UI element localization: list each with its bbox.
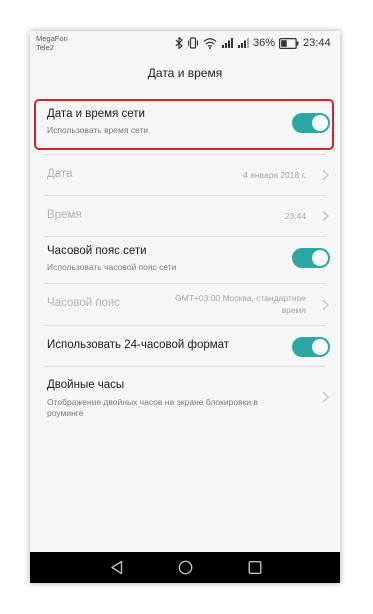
setting-dual-clock[interactable]: Двойные часы Отображение двойных часов н… xyxy=(30,367,340,425)
status-bar: MegaFon Tele2 36% 23:44 xyxy=(30,31,340,55)
status-time: 23:44 xyxy=(303,37,331,49)
setting-label: Дата xyxy=(47,168,73,180)
setting-label: Часовой пояс xyxy=(47,297,120,309)
setting-timezone[interactable]: Часовой пояс GMT+03:00 Москва, стандартн… xyxy=(30,284,340,325)
time-value: 23:44 xyxy=(284,211,306,221)
page-title: Дата и время xyxy=(147,66,223,80)
format24-toggle[interactable] xyxy=(292,337,330,357)
setting-label: Часовой пояс сети xyxy=(47,245,147,257)
date-value: 4 января 2018 г. xyxy=(243,170,306,180)
signal-icon xyxy=(237,37,249,49)
wifi-icon xyxy=(203,37,217,49)
setting-label: Использовать 24-часовой формат xyxy=(47,339,230,351)
back-icon[interactable] xyxy=(110,560,124,575)
setting-label: Время xyxy=(47,209,82,221)
home-icon[interactable] xyxy=(178,560,193,575)
carrier-name-1: MegaFon xyxy=(36,34,68,43)
status-icons: 36% 23:44 xyxy=(175,36,331,50)
vibrate-icon xyxy=(187,37,199,49)
header: Дата и время xyxy=(30,55,340,99)
setting-description-line2: роуминге xyxy=(47,408,84,418)
highlight-frame xyxy=(34,99,334,150)
network-timezone-toggle[interactable] xyxy=(292,248,330,268)
bluetooth-icon xyxy=(175,37,183,49)
chevron-right-icon xyxy=(322,169,329,181)
carrier-name-2: Tele2 xyxy=(36,43,54,52)
setting-description: Использовать часовой пояс сети xyxy=(47,262,177,272)
setting-time[interactable]: Время 23:44 xyxy=(30,196,340,236)
navigation-bar xyxy=(30,552,340,583)
timezone-value-line2: время xyxy=(281,305,306,315)
toggle-knob xyxy=(312,339,328,355)
timezone-value-line1: GMT+03:00 Москва, стандартное xyxy=(175,293,306,303)
setting-network-timezone[interactable]: Часовой пояс сети Использовать часовой п… xyxy=(30,237,340,283)
battery-icon xyxy=(279,37,299,49)
setting-label: Двойные часы xyxy=(47,379,125,391)
chevron-right-icon xyxy=(322,210,329,222)
setting-description-line1: Отображение двойных часов на экране блок… xyxy=(47,397,258,407)
chevron-right-icon xyxy=(322,391,329,403)
phone-screen: MegaFon Tele2 36% 23:44 Дата и время Дат… xyxy=(30,31,340,583)
recents-icon[interactable] xyxy=(248,560,262,575)
toggle-knob xyxy=(312,250,328,266)
battery-percent: 36% xyxy=(253,37,276,49)
setting-24h-format[interactable]: Использовать 24-часовой формат xyxy=(30,326,340,366)
signal-icon xyxy=(221,37,233,49)
setting-date[interactable]: Дата 4 января 2018 г. xyxy=(30,155,340,195)
chevron-right-icon xyxy=(322,299,329,311)
